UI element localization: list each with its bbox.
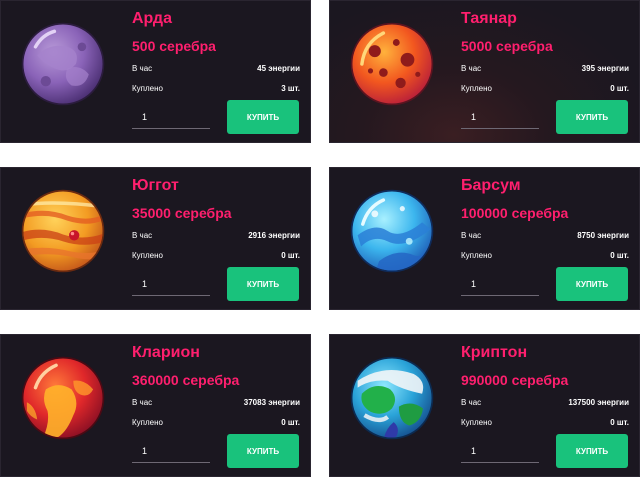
bought-label: Куплено	[132, 84, 163, 93]
planet-name: Барсум	[461, 177, 521, 194]
buy-button[interactable]: КУПИТЬ	[227, 100, 299, 134]
planet-price: 360000 серебра	[132, 372, 240, 388]
planet-card-arda: Арда 500 серебра В час 45 энергии Куплен…	[0, 0, 311, 143]
bought-value: 0 шт.	[281, 251, 300, 260]
planet-card-kripton: Криптон 990000 серебра В час 137500 энер…	[329, 334, 640, 477]
bought-label: Куплено	[461, 251, 492, 260]
per-hour-value: 8750 энергии	[577, 231, 629, 240]
planet-price: 35000 серебра	[132, 205, 232, 221]
planet-name: Криптон	[461, 344, 528, 361]
planet-price: 990000 серебра	[461, 372, 569, 388]
quantity-input[interactable]	[461, 439, 539, 463]
quantity-input[interactable]	[132, 439, 210, 463]
quantity-input[interactable]	[132, 272, 210, 296]
planet-card-barsum: Барсум 100000 серебра В час 8750 энергии…	[329, 167, 640, 310]
bought-label: Куплено	[461, 84, 492, 93]
planet-name: Таянар	[461, 10, 517, 27]
per-hour-label: В час	[132, 231, 153, 240]
bought-value: 0 шт.	[610, 418, 629, 427]
per-hour-label: В час	[461, 398, 482, 407]
planet-price: 100000 серебра	[461, 205, 569, 221]
planet-name: Юггот	[132, 177, 179, 194]
lava-planet-icon	[349, 21, 435, 107]
buy-button[interactable]: КУПИТЬ	[556, 100, 628, 134]
planet-price: 5000 серебра	[461, 38, 553, 54]
bought-label: Куплено	[461, 418, 492, 427]
buy-button[interactable]: КУПИТЬ	[556, 267, 628, 301]
bought-value: 0 шт.	[281, 418, 300, 427]
per-hour-value: 45 энергии	[257, 64, 300, 73]
bought-label: Куплено	[132, 251, 163, 260]
quantity-input[interactable]	[461, 272, 539, 296]
bought-value: 0 шт.	[610, 84, 629, 93]
planet-name: Арда	[132, 10, 172, 27]
planet-card-yuggot: Юггот 35000 серебра В час 2916 энергии К…	[0, 167, 311, 310]
per-hour-value: 137500 энергии	[568, 398, 629, 407]
per-hour-value: 2916 энергии	[248, 231, 300, 240]
buy-button[interactable]: КУПИТЬ	[556, 434, 628, 468]
quantity-input[interactable]	[461, 105, 539, 129]
per-hour-label: В час	[461, 64, 482, 73]
per-hour-value: 395 энергии	[581, 64, 629, 73]
per-hour-label: В час	[132, 398, 153, 407]
per-hour-label: В час	[132, 64, 153, 73]
per-hour-label: В час	[461, 231, 482, 240]
planet-card-tayanar: Таянар 5000 серебра В час 395 энергии Ку…	[329, 0, 640, 143]
purple-planet-icon	[20, 21, 106, 107]
gas-giant-icon	[20, 188, 106, 274]
planet-price: 500 серебра	[132, 38, 216, 54]
bought-label: Куплено	[132, 418, 163, 427]
buy-button[interactable]: КУПИТЬ	[227, 434, 299, 468]
molten-planet-icon	[20, 355, 106, 441]
buy-button[interactable]: КУПИТЬ	[227, 267, 299, 301]
quantity-input[interactable]	[132, 105, 210, 129]
bought-value: 0 шт.	[610, 251, 629, 260]
bought-value: 3 шт.	[281, 84, 300, 93]
planet-card-klarion: Кларион 360000 серебра В час 37083 энерг…	[0, 334, 311, 477]
planet-name: Кларион	[132, 344, 200, 361]
per-hour-value: 37083 энергии	[243, 398, 300, 407]
earth-planet-icon	[349, 355, 435, 441]
ice-planet-icon	[349, 188, 435, 274]
